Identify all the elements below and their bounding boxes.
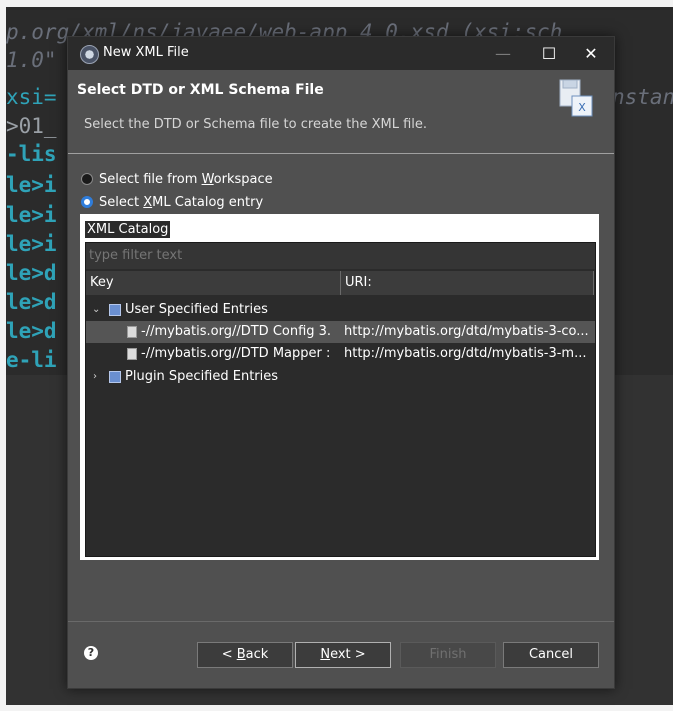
entry-key: -//mybatis.org//DTD Config 3. <box>141 324 332 339</box>
tree-row-mapper-entry[interactable]: -//mybatis.org//DTD Mapper : http://myba… <box>86 343 595 365</box>
entry-key: -//mybatis.org//DTD Mapper : <box>141 346 331 361</box>
finish-button[interactable]: Finish <box>400 642 496 668</box>
group-label: User Specified Entries <box>125 302 268 317</box>
footer-divider <box>68 621 614 622</box>
code-line: e-li <box>6 348 57 372</box>
radio-xml-catalog[interactable] <box>81 196 93 208</box>
code-line: le>d <box>6 290 57 314</box>
filter-input[interactable] <box>86 243 595 269</box>
option-select-workspace-file[interactable]: Select file from Workspace <box>81 169 273 189</box>
code-line: le>i <box>6 203 57 227</box>
entry-uri: http://mybatis.org/dtd/mybatis-3-m... <box>344 346 587 361</box>
wizard-heading: Select DTD or XML Schema File <box>77 82 324 98</box>
code-line: le>i <box>6 232 57 256</box>
close-button[interactable]: ✕ <box>568 37 614 70</box>
entry-uri: http://mybatis.org/dtd/mybatis-3-co... <box>344 324 589 339</box>
catalog-group-icon <box>109 304 121 316</box>
code-line: >01_ <box>6 114 57 138</box>
catalog-tree: Key URI: ⌄ User Specified Entries -//myb… <box>85 242 596 557</box>
help-icon[interactable]: ? <box>84 646 98 660</box>
minimize-button[interactable]: — <box>480 37 526 70</box>
cancel-button[interactable]: Cancel <box>503 642 599 668</box>
option-select-catalog-entry[interactable]: Select XML Catalog entry <box>81 192 263 212</box>
tree-row-config-entry[interactable]: -//mybatis.org//DTD Config 3. http://myb… <box>86 321 595 343</box>
catalog-group-icon <box>109 371 121 383</box>
xml-catalog-title: XML Catalog <box>85 221 171 238</box>
new-xml-file-dialog: New XML File — ☐ ✕ Select DTD or XML Sch… <box>67 36 615 689</box>
option-label: Select file from Workspace <box>99 171 273 187</box>
column-header-key[interactable]: Key <box>86 271 341 295</box>
option-label: Select XML Catalog entry <box>99 194 264 210</box>
eclipse-app-icon <box>80 45 99 64</box>
back-button[interactable]: < Back <box>197 642 293 668</box>
code-line: le>d <box>6 319 57 343</box>
code-line: le>i <box>6 173 57 197</box>
dialog-titlebar[interactable]: New XML File — ☐ ✕ <box>68 37 614 70</box>
code-line: -lis <box>6 142 57 166</box>
radio-workspace[interactable] <box>81 173 93 185</box>
code-line-tail: nstan <box>612 85 673 109</box>
group-label: Plugin Specified Entries <box>125 369 279 384</box>
dtd-entry-icon <box>127 348 137 360</box>
maximize-button[interactable]: ☐ <box>526 37 572 70</box>
tree-group-user-specified[interactable]: ⌄ User Specified Entries <box>86 299 595 321</box>
next-button[interactable]: Next > <box>295 642 391 668</box>
code-line: xsi= <box>6 85 57 109</box>
svg-text:X: X <box>578 101 586 114</box>
code-line: le>d <box>6 261 57 285</box>
dialog-title: New XML File <box>103 45 189 60</box>
wizard-header: Select DTD or XML Schema File Select the… <box>68 70 614 154</box>
xml-file-banner-icon: X <box>559 79 593 117</box>
tree-group-plugin-specified[interactable]: › Plugin Specified Entries <box>86 366 595 388</box>
chevron-down-icon[interactable]: ⌄ <box>92 299 100 321</box>
code-line: 1.0" <box>6 48 57 72</box>
column-header-uri[interactable]: URI: <box>341 271 594 295</box>
wizard-subtitle: Select the DTD or Schema file to create … <box>84 117 428 132</box>
chevron-right-icon[interactable]: › <box>93 366 97 388</box>
dtd-entry-icon <box>127 326 137 338</box>
